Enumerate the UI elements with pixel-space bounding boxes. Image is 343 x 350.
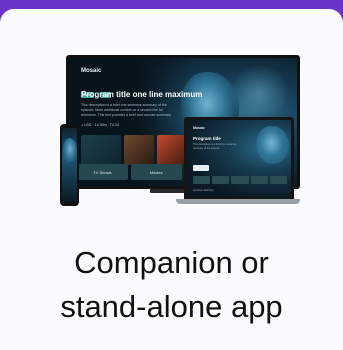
program-description: This description is a brief one sentence… — [81, 103, 172, 117]
app-title: Mosaic — [81, 68, 102, 74]
laptop-device: Mosaic Program title This description is… — [184, 117, 294, 200]
phone-hero-image — [63, 138, 77, 162]
laptop-subheading: Continue watching — [193, 189, 214, 192]
laptop-screen: Mosaic Program title This description is… — [187, 120, 291, 197]
phone-device — [60, 124, 79, 206]
laptop-base — [176, 199, 300, 204]
thumbnail[interactable] — [124, 135, 154, 165]
program-title: Program title one line maximum — [81, 90, 203, 99]
laptop-category-cell[interactable] — [269, 176, 288, 184]
category-tv-shows[interactable]: TV Shows — [77, 164, 128, 180]
laptop-hero-image — [257, 126, 289, 164]
hero-image-glow — [229, 64, 289, 124]
laptop-category-cell[interactable] — [193, 176, 211, 184]
card-label-line-1: Companion or — [74, 245, 269, 280]
phone-screen — [62, 128, 77, 202]
laptop-category-cell[interactable] — [212, 176, 230, 184]
card-label-line-2: stand-alone app — [60, 289, 283, 324]
companion-app-card[interactable]: Mosaic NEW HD Program title one line max… — [0, 9, 343, 350]
laptop-program-description: This description is a brief one sentence… — [193, 143, 237, 150]
laptop-category-cell[interactable] — [250, 176, 268, 184]
program-meta: ● LIVE · 1h 30m · TV-14 — [81, 123, 119, 127]
laptop-play-button[interactable] — [193, 165, 209, 171]
laptop-app-title: Mosaic — [193, 126, 205, 130]
category-movies[interactable]: Movies — [130, 164, 182, 180]
card-label: Companion or stand-alone app — [0, 241, 343, 329]
laptop-program-title: Program title — [193, 136, 221, 141]
thumbnail[interactable] — [81, 135, 121, 165]
laptop-category-cell[interactable] — [231, 176, 249, 184]
laptop-category-row — [193, 176, 288, 184]
